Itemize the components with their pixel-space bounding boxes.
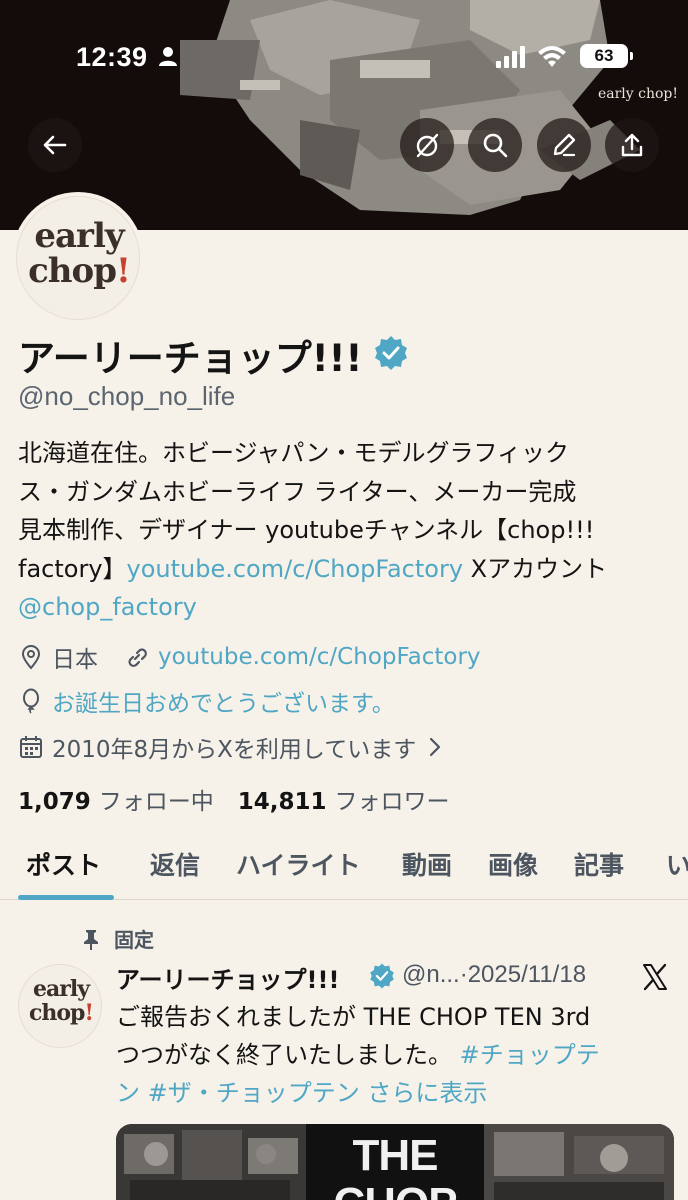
post-author-name[interactable]: アーリーチョップ!!! <box>116 966 339 994</box>
media-photo-left <box>116 1124 306 1200</box>
post-avatar[interactable]: early chop! <box>18 964 102 1048</box>
follow-counts: 1,079 フォロー中 14,811 フォロワー <box>18 782 450 816</box>
tab-posts[interactable]: ポスト <box>26 846 101 882</box>
bio-line: factory】youtube.com/c/ChopFactory Xアカウント <box>18 550 678 589</box>
profile-meta-row[interactable]: 2010年8月からXを利用しています <box>18 730 448 764</box>
bio-line: 見本制作、デザイナー youtubeチャンネル【chop!!! <box>18 516 595 544</box>
grok-button[interactable] <box>400 118 454 172</box>
back-button[interactable] <box>28 118 82 172</box>
avatar-logo-line1: early <box>34 216 124 256</box>
profile-joined: 2010年8月からXを利用しています <box>52 737 417 763</box>
profile-meta-row: お誕生日おめでとうございます。 <box>18 684 395 718</box>
followers-count: 14,811 <box>237 789 327 815</box>
active-tab-indicator <box>18 895 114 900</box>
post-text-line: ご報告おくれましたが THE CHOP TEN 3rd <box>116 1003 591 1031</box>
battery-indicator: 63 <box>580 44 633 68</box>
edit-button[interactable] <box>537 118 591 172</box>
post-header: アーリーチョップ!!! <box>116 960 339 995</box>
avatar-logo-bang: ! <box>115 251 131 291</box>
bio-mention-link[interactable]: @chop_factory <box>18 593 197 621</box>
banner-brand-text: early chop! <box>597 86 678 102</box>
wifi-icon <box>538 46 566 67</box>
tab-highlights[interactable]: ハイライト <box>236 846 361 882</box>
bio-youtube-link[interactable]: youtube.com/c/ChopFactory <box>127 555 464 583</box>
profile-handle: @no_chop_no_life <box>18 381 236 411</box>
post-avatar-line1: early <box>33 976 90 1002</box>
tab-replies[interactable]: 返信 <box>150 846 200 882</box>
grok-icon <box>416 133 439 158</box>
arrow-left-icon <box>43 135 67 155</box>
bio-line: @chop_factory <box>18 588 678 627</box>
post-meta[interactable]: @n...·2025/11/18 <box>402 961 586 989</box>
tab-videos[interactable]: 動画 <box>402 846 452 882</box>
profile-birthday: お誕生日おめでとうございます。 <box>52 691 395 717</box>
bio-line: ス・ガンダムホビーライフ ライター、メーカー完成 <box>18 477 577 506</box>
followers-label: フォロワー <box>334 789 450 815</box>
pencil-icon <box>553 133 576 157</box>
bio-text: Xアカウント <box>463 554 608 583</box>
search-icon <box>483 133 508 158</box>
balloon-icon <box>23 688 39 714</box>
post-hashtag[interactable]: ン #ザ・チョップテン <box>116 1079 360 1107</box>
share-icon <box>621 133 643 157</box>
verified-badge-icon <box>375 336 407 370</box>
following-label: フォロー中 <box>98 789 214 815</box>
avatar-logo: early chop! <box>17 216 139 291</box>
post-avatar-line2: chop <box>28 1000 85 1026</box>
chevron-right-icon <box>430 737 441 757</box>
avatar-logo-line2: chop <box>28 251 117 291</box>
status-bar: 12:39 63 <box>0 0 688 80</box>
media-title-line1: THE <box>352 1131 439 1180</box>
followers-link[interactable]: 14,811 フォロワー <box>238 789 450 815</box>
verified-badge-icon <box>370 963 394 989</box>
tab-photos[interactable]: 画像 <box>488 846 538 882</box>
post-body[interactable]: ご報告おくれましたが THE CHOP TEN 3rd つつがなく終了いたしまし… <box>116 998 676 1112</box>
tab-likes[interactable]: い <box>666 846 688 882</box>
location-pin-icon <box>21 645 41 670</box>
post-text-line: ン #ザ・チョップテン さらに表示 <box>116 1074 676 1112</box>
pinned-label: 固定 <box>80 924 154 953</box>
profile-website-link[interactable]: youtube.com/c/ChopFactory <box>158 644 481 670</box>
link-icon <box>128 648 147 667</box>
tab-articles[interactable]: 記事 <box>574 846 624 882</box>
search-button[interactable] <box>468 118 522 172</box>
x-logo-icon[interactable] <box>640 962 670 992</box>
calendar-icon <box>20 736 42 758</box>
bio-text: factory】 <box>18 554 127 583</box>
pinned-text: 固定 <box>114 928 154 952</box>
profile-bio: 北海道在住。ホビージャパン・モデルグラフィック ス・ガンダムホビーライフ ライタ… <box>18 434 678 627</box>
show-more-link[interactable]: さらに表示 <box>367 1079 487 1107</box>
post-hashtag[interactable]: #チョップテ <box>460 1041 600 1069</box>
media-photo-right <box>484 1124 674 1200</box>
share-button[interactable] <box>605 118 659 172</box>
following-count: 1,079 <box>18 789 91 815</box>
profile-tabs: ポスト 返信 ハイライト 動画 画像 記事 い <box>0 832 688 900</box>
media-title: THE CHOP <box>306 1132 484 1200</box>
avatar: early chop! <box>16 196 140 320</box>
status-time: 12:39 <box>76 42 148 72</box>
display-name: アーリーチョップ!!! <box>18 337 363 380</box>
profile-location: 日本 <box>52 647 98 673</box>
post-text: つつがなく終了いたしました。 <box>116 1041 452 1069</box>
post-text-line: つつがなく終了いたしました。 #チョップテ <box>116 1036 676 1074</box>
media-title-panel: THE CHOP <box>306 1124 484 1200</box>
bio-line: 北海道在住。ホビージャパン・モデルグラフィック <box>18 439 570 467</box>
person-icon <box>159 47 177 66</box>
profile-meta-row: 日本 youtube.com/c/ChopFactory <box>18 640 481 674</box>
post-avatar-logo: early chop! <box>19 976 101 1026</box>
post-avatar-bang: ! <box>84 1000 94 1026</box>
signal-icon <box>496 46 525 68</box>
profile-avatar[interactable]: early chop! <box>12 192 144 324</box>
pin-icon <box>84 929 98 950</box>
media-title-line2: CHOP <box>333 1179 457 1200</box>
following-link[interactable]: 1,079 フォロー中 <box>18 789 214 815</box>
post-media[interactable]: THE CHOP <box>116 1124 674 1200</box>
